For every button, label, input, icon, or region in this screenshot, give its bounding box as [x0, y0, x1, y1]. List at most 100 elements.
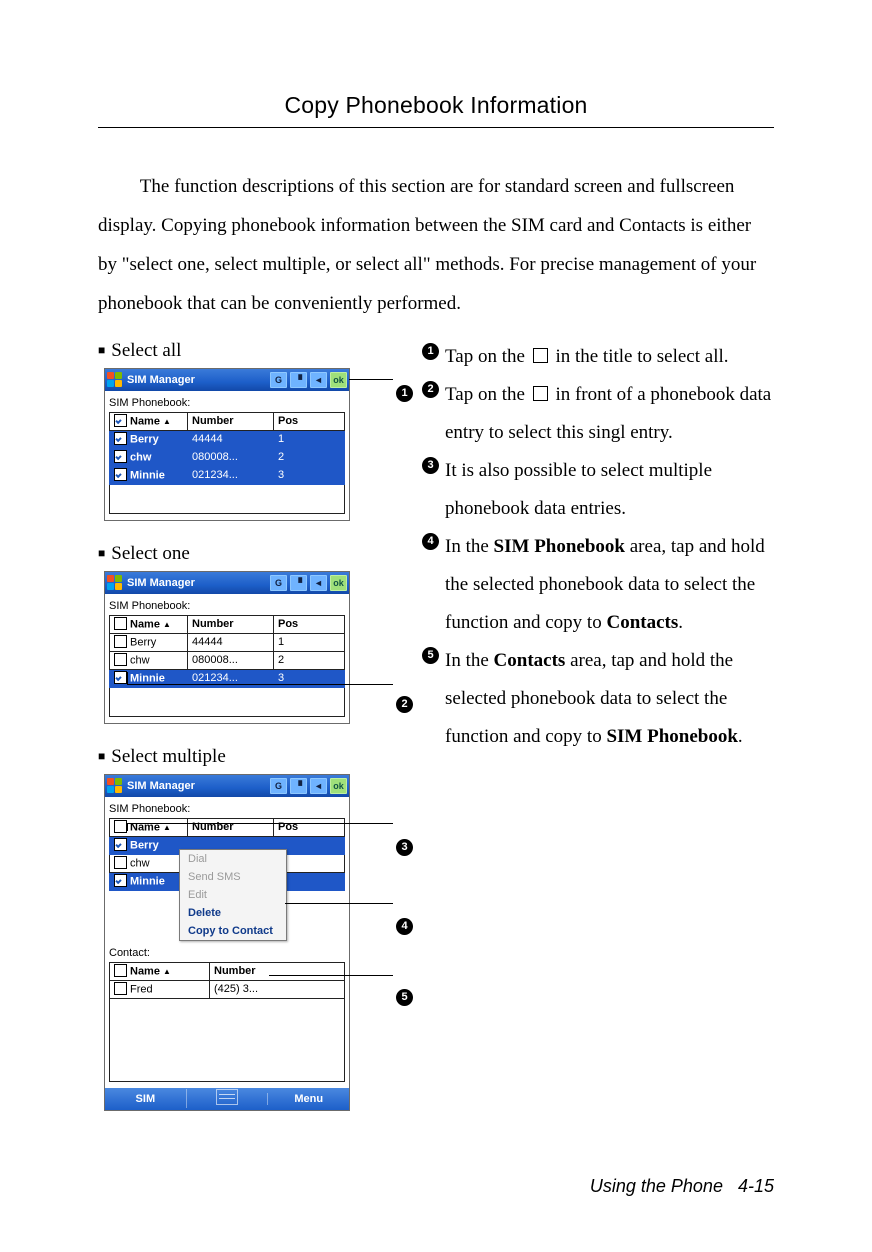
- sim-phonebook-label: SIM Phonebook:: [109, 397, 345, 409]
- cell-number: 44444: [188, 633, 274, 651]
- volume-icon[interactable]: ◄: [310, 778, 327, 794]
- row-checkbox[interactable]: [114, 838, 127, 851]
- table-row[interactable]: chw 080008...2: [110, 448, 345, 466]
- callout-marker-4: 4: [396, 918, 413, 935]
- signal-icon[interactable]: ▝: [290, 575, 307, 591]
- windows-flag-icon: [107, 575, 123, 591]
- row-checkbox[interactable]: [114, 432, 127, 445]
- footer-page-number: 4-15: [738, 1176, 774, 1196]
- note-5: 5 In the Contacts area, tap and hold the…: [422, 642, 774, 756]
- row-checkbox[interactable]: [114, 468, 127, 481]
- col-pos-header[interactable]: Pos: [274, 412, 345, 430]
- softkey-sim[interactable]: SIM: [105, 1093, 186, 1105]
- softkey-keyboard[interactable]: [186, 1089, 268, 1108]
- gprs-icon[interactable]: G: [270, 778, 287, 794]
- signal-icon[interactable]: ▝: [290, 372, 307, 388]
- leader-line: [349, 379, 393, 380]
- right-column: 1 Tap on the in the title to select all.…: [422, 338, 774, 756]
- callout-marker-2: 2: [396, 696, 413, 713]
- page-title: Copy Phonebook Information: [98, 92, 774, 119]
- ok-button[interactable]: ok: [330, 372, 347, 388]
- ok-button[interactable]: ok: [330, 575, 347, 591]
- col-name-header[interactable]: Name▲: [110, 962, 210, 980]
- gprs-icon[interactable]: G: [270, 575, 287, 591]
- row-checkbox[interactable]: [114, 874, 127, 887]
- sim-phonebook-label: SIM Phonebook:: [109, 600, 345, 612]
- label-select-all: ■Select all: [98, 340, 388, 362]
- gprs-icon[interactable]: G: [270, 372, 287, 388]
- row-checkbox[interactable]: [114, 982, 127, 995]
- row-checkbox[interactable]: [114, 450, 127, 463]
- windows-flag-icon: [107, 372, 123, 388]
- soft-key-bar: SIM Menu: [105, 1088, 349, 1110]
- select-all-checkbox[interactable]: [114, 820, 127, 833]
- cell-name: Minnie: [130, 672, 165, 684]
- context-menu[interactable]: Dial Send SMS Edit Delete Copy to Contac…: [179, 849, 287, 941]
- app-title: SIM Manager: [127, 374, 266, 386]
- callout-marker-5: 5: [396, 989, 413, 1006]
- leader-line: [127, 672, 128, 684]
- note-3: 3 It is also possible to select multiple…: [422, 452, 774, 528]
- select-all-checkbox[interactable]: [114, 617, 127, 630]
- col-name-header[interactable]: Name▲: [110, 412, 188, 430]
- row-checkbox[interactable]: [114, 635, 127, 648]
- col-name-header[interactable]: Name▲: [110, 818, 188, 836]
- menu-send-sms[interactable]: Send SMS: [180, 868, 286, 886]
- table-row[interactable]: Berry444441: [110, 430, 345, 448]
- cell-number: 44444: [188, 430, 274, 448]
- volume-icon[interactable]: ◄: [310, 372, 327, 388]
- app-title: SIM Manager: [127, 577, 266, 589]
- select-all-checkbox[interactable]: [114, 414, 127, 427]
- col-pos-header[interactable]: Pos: [274, 615, 345, 633]
- cell-number: 080008...: [188, 448, 274, 466]
- screenshot-select-multiple: SIM Manager G ▝ ◄ ok SIM Phonebook: Name…: [104, 774, 350, 1111]
- table-row[interactable]: chw080008...2: [110, 651, 345, 669]
- cell-name: Minnie: [130, 469, 165, 481]
- cell-name: chw: [130, 451, 151, 463]
- cell-name: Minnie: [130, 875, 165, 887]
- col-number-header[interactable]: Number: [210, 962, 345, 980]
- cell-pos: 2: [274, 448, 345, 466]
- leader-line: [269, 975, 393, 976]
- menu-dial[interactable]: Dial: [180, 850, 286, 868]
- table-row[interactable]: Berry444441: [110, 633, 345, 651]
- row-checkbox[interactable]: [114, 653, 127, 666]
- windows-flag-icon: [107, 778, 123, 794]
- screenshot-select-all: SIM Manager G ▝ ◄ ok SIM Phonebook: Name…: [104, 368, 350, 521]
- cell-pos: 3: [274, 466, 345, 484]
- table-row[interactable]: Fred (425) 3...: [110, 980, 345, 998]
- note-1: 1 Tap on the in the title to select all.: [422, 338, 774, 376]
- cell-pos: 1: [274, 430, 345, 448]
- left-column: ■Select all SIM Manager G ▝ ◄ ok SIM Pho…: [98, 338, 388, 1162]
- titlebar: SIM Manager G ▝ ◄ ok: [105, 572, 349, 594]
- row-checkbox[interactable]: [114, 671, 127, 684]
- menu-copy-to-contact[interactable]: Copy to Contact: [180, 922, 286, 940]
- contact-table: Name▲ Number Fred (425) 3...: [109, 962, 345, 999]
- cell-name: chw: [130, 654, 150, 666]
- softkey-menu[interactable]: Menu: [267, 1093, 349, 1105]
- col-number-header[interactable]: Number: [188, 818, 274, 836]
- volume-icon[interactable]: ◄: [310, 575, 327, 591]
- titlebar: SIM Manager G ▝ ◄ ok: [105, 369, 349, 391]
- row-checkbox[interactable]: [114, 856, 127, 869]
- sim-table: Name▲ Number Pos Berry444441 chw 080008...…: [109, 412, 345, 485]
- cell-number: (425) 3...: [210, 980, 345, 998]
- label-select-multiple: ■Select multiple: [98, 746, 388, 768]
- col-number-header[interactable]: Number: [188, 412, 274, 430]
- footer-section: Using the Phone: [590, 1176, 723, 1196]
- intro-paragraph: The function descriptions of this sectio…: [98, 168, 774, 324]
- select-all-checkbox[interactable]: [114, 964, 127, 977]
- menu-edit[interactable]: Edit: [180, 886, 286, 904]
- screenshot-select-one: SIM Manager G ▝ ◄ ok SIM Phonebook: Name…: [104, 571, 350, 724]
- keyboard-icon[interactable]: [216, 1089, 238, 1105]
- signal-icon[interactable]: ▝: [290, 778, 307, 794]
- table-row[interactable]: Minnie021234...3: [110, 466, 345, 484]
- col-number-header[interactable]: Number: [188, 615, 274, 633]
- title-rule: [98, 127, 774, 128]
- cell-name: Berry: [130, 636, 156, 648]
- ok-button[interactable]: ok: [330, 778, 347, 794]
- menu-delete[interactable]: Delete: [180, 904, 286, 922]
- cell-name: Fred: [130, 983, 153, 995]
- col-pos-header[interactable]: Pos: [274, 818, 345, 836]
- col-name-header[interactable]: Name▲: [110, 615, 188, 633]
